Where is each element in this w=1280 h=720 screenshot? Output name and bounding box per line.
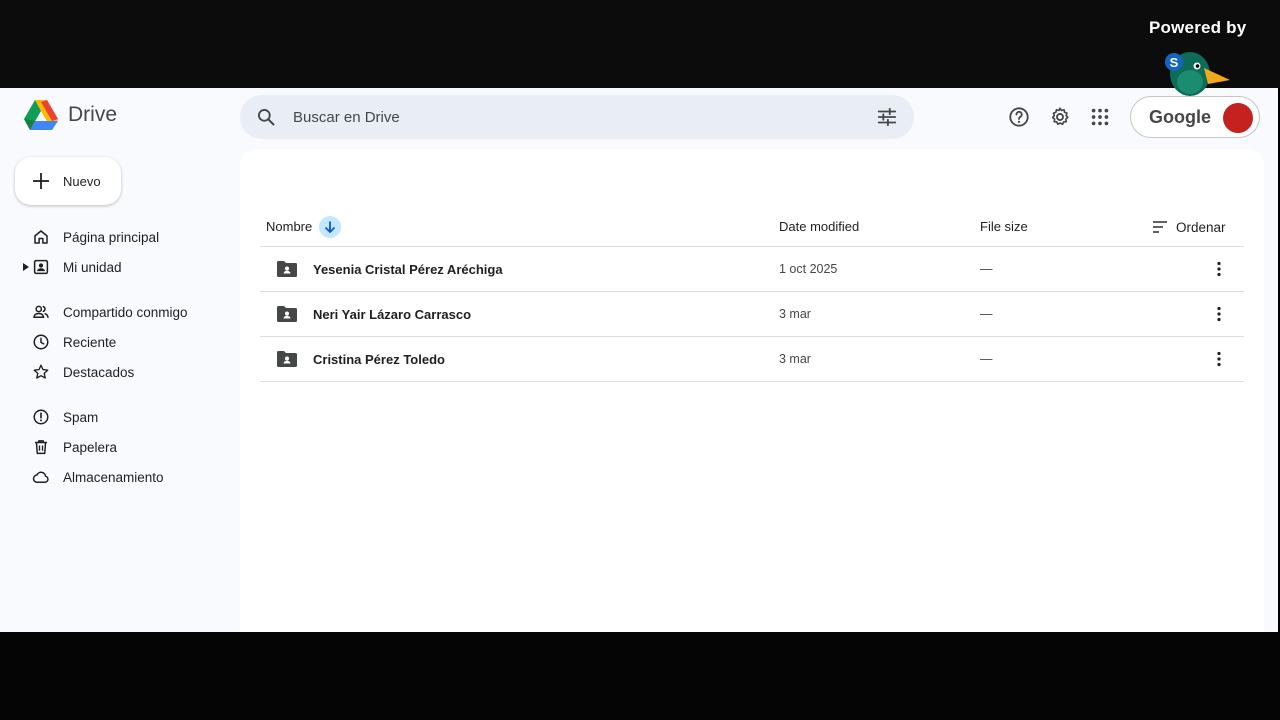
new-button[interactable]: Nuevo bbox=[15, 157, 121, 205]
search-options-icon[interactable] bbox=[876, 106, 898, 128]
sidebar-item-label: Spam bbox=[63, 409, 99, 425]
file-modified: 3 mar bbox=[779, 352, 811, 366]
home-icon bbox=[34, 230, 48, 244]
more-vertical-icon[interactable] bbox=[1210, 350, 1228, 368]
file-modified: 1 oct 2025 bbox=[779, 262, 838, 276]
star-icon bbox=[33, 364, 49, 379]
sidebar-item-label: Almacenamiento bbox=[63, 469, 164, 485]
file-size: — bbox=[980, 262, 993, 276]
shared-folder-icon bbox=[277, 306, 297, 322]
avatar[interactable] bbox=[1223, 103, 1253, 133]
sort-button[interactable]: Ordenar bbox=[1152, 213, 1226, 241]
table-header: Nombre Date modified File size Ordenar bbox=[260, 207, 1244, 247]
drive-logo-icon bbox=[24, 100, 58, 130]
sidebar-item-label: Destacados bbox=[63, 364, 135, 380]
sidebar-item-label: Papelera bbox=[63, 439, 118, 455]
file-name: Cristina Pérez Toledo bbox=[313, 352, 445, 367]
sidebar-item-home[interactable]: Página principal bbox=[0, 222, 230, 252]
sidebar-item-label: Mi unidad bbox=[63, 259, 122, 275]
app-name: Drive bbox=[68, 103, 118, 126]
sort-lines-icon bbox=[1153, 221, 1167, 233]
trash-icon bbox=[35, 440, 47, 455]
cloud-icon bbox=[32, 471, 49, 483]
shared-folder-icon bbox=[277, 261, 297, 277]
table-row[interactable]: Cristina Pérez Toledo 3 mar — bbox=[260, 337, 1244, 382]
file-name: Yesenia Cristal Pérez Aréchiga bbox=[313, 262, 503, 277]
new-button-label: Nuevo bbox=[63, 173, 101, 189]
search-input[interactable] bbox=[293, 108, 876, 126]
drive-brand[interactable]: Drive bbox=[24, 100, 117, 130]
help-icon[interactable] bbox=[1008, 106, 1030, 128]
my-drive-icon bbox=[33, 259, 49, 275]
duck-logo-icon: S bbox=[1165, 52, 1230, 96]
file-name: Neri Yair Lázaro Carrasco bbox=[313, 307, 472, 322]
sort-label: Ordenar bbox=[1176, 219, 1226, 235]
column-header-name[interactable]: Nombre bbox=[266, 219, 312, 234]
shared-folder-icon bbox=[277, 351, 297, 367]
sidebar-item-label: Página principal bbox=[63, 229, 160, 245]
column-header-size[interactable]: File size bbox=[980, 219, 1028, 234]
table-row[interactable]: Neri Yair Lázaro Carrasco 3 mar — bbox=[260, 292, 1244, 337]
search-icon[interactable] bbox=[256, 107, 276, 127]
video-bottom-letterbox bbox=[0, 632, 1280, 720]
svg-text:S: S bbox=[1170, 55, 1179, 70]
shared-icon bbox=[33, 305, 49, 318]
sidebar-item-starred[interactable]: Destacados bbox=[0, 357, 230, 387]
sidebar-item-spam[interactable]: Spam bbox=[0, 402, 230, 432]
plus-icon bbox=[33, 173, 49, 189]
watermark-text: Powered by bbox=[1149, 18, 1247, 37]
search-bar[interactable] bbox=[240, 95, 914, 139]
sidebar-item-my-drive[interactable]: Mi unidad bbox=[0, 252, 230, 282]
arrow-down-icon bbox=[324, 221, 336, 234]
main-content: Nombre Date modified File size Ordenar Y… bbox=[240, 149, 1264, 632]
more-vertical-icon[interactable] bbox=[1210, 305, 1228, 323]
file-size: — bbox=[980, 307, 993, 321]
drive-app: Drive Google bbox=[0, 88, 1278, 632]
sidebar-item-label: Reciente bbox=[63, 334, 117, 350]
file-modified: 3 mar bbox=[779, 307, 811, 321]
column-header-modified[interactable]: Date modified bbox=[779, 219, 859, 234]
sidebar-item-label: Compartido conmigo bbox=[63, 304, 188, 320]
sidebar-item-shared[interactable]: Compartido conmigo bbox=[0, 297, 230, 327]
file-table: Nombre Date modified File size Ordenar Y… bbox=[260, 207, 1244, 382]
video-top-letterbox bbox=[0, 0, 1280, 88]
org-name: Google bbox=[1149, 106, 1211, 127]
file-size: — bbox=[980, 352, 993, 366]
table-row[interactable]: Yesenia Cristal Pérez Aréchiga 1 oct 202… bbox=[260, 247, 1244, 292]
sort-direction-button[interactable] bbox=[319, 216, 341, 238]
sidebar-item-storage[interactable]: Almacenamiento bbox=[0, 462, 230, 492]
expand-arrow-icon[interactable] bbox=[23, 263, 29, 271]
apps-grid-icon[interactable] bbox=[1089, 106, 1111, 128]
clock-icon bbox=[33, 334, 49, 350]
more-vertical-icon[interactable] bbox=[1210, 260, 1228, 278]
sidebar-item-recent[interactable]: Reciente bbox=[0, 327, 230, 357]
sidebar-item-trash[interactable]: Papelera bbox=[0, 432, 230, 462]
settings-gear-icon[interactable] bbox=[1049, 106, 1071, 128]
spam-icon bbox=[33, 409, 49, 425]
